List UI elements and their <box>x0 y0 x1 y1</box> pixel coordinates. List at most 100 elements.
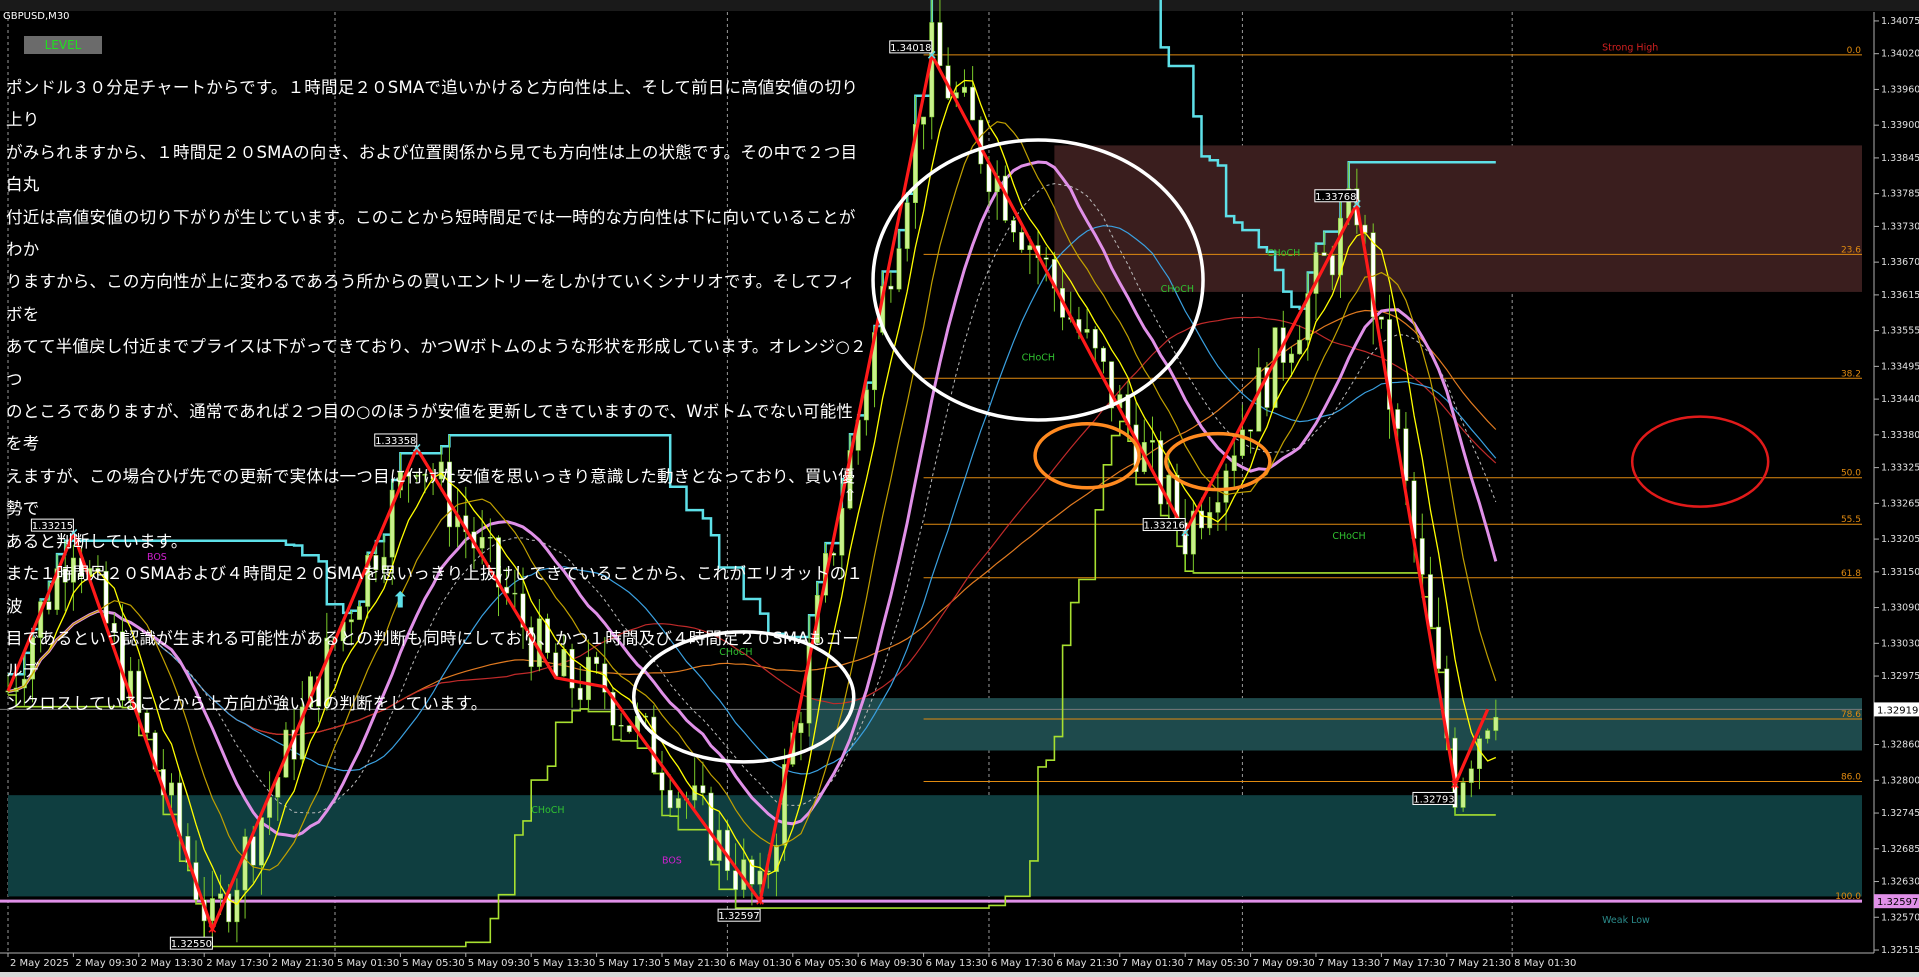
y-tick-label: 1.33440 <box>1881 394 1919 405</box>
structure-annotation: CHoCH <box>1267 248 1300 259</box>
analysis-comment: ポンドル３０分足チャートからです。１時間足２０SMAで追いかけると方向性は上、そ… <box>6 72 868 720</box>
candle-body <box>626 725 632 732</box>
candle-body <box>700 785 706 794</box>
candle-body <box>1362 224 1368 233</box>
candle-body <box>1019 232 1025 250</box>
candle-body <box>1215 502 1221 513</box>
comment-line: ンクロスしていることから上方向が強いとの判断をしています。 <box>6 693 488 713</box>
swing-label: 1.34018 <box>890 43 931 54</box>
swing-label: 1.33768 <box>1315 192 1356 203</box>
x-tick-label: 6 May 05:30 <box>795 958 857 969</box>
y-tick-label: 1.33205 <box>1881 534 1919 545</box>
zone-demand-upper <box>809 698 1862 751</box>
candle-body <box>1027 245 1033 250</box>
candle-body <box>937 22 943 66</box>
y-tick-label: 1.33030 <box>1881 638 1919 649</box>
x-tick-label: 5 May 05:30 <box>402 958 464 969</box>
y-tick-label: 1.34075 <box>1881 16 1919 27</box>
y-tick-label: 1.33090 <box>1881 603 1919 614</box>
fibo-level-label: 86.0 <box>1841 772 1861 782</box>
swing-label: 1.32550 <box>171 939 212 950</box>
swing-label: 1.32793 <box>1413 794 1454 805</box>
candle-body <box>234 889 240 923</box>
fibo-level-label: 61.8 <box>1841 569 1861 579</box>
y-tick-label: 1.33900 <box>1881 120 1919 131</box>
fibo-level-label: 78.6 <box>1841 710 1861 720</box>
candle-body <box>733 870 739 890</box>
comment-line: あてて半値戻し付近までプライスは下がってきており、かつWボトムのような形状を形成… <box>6 337 867 389</box>
x-tick-label: 5 May 01:30 <box>337 958 399 969</box>
candle-body <box>1043 257 1049 260</box>
candle-body <box>970 86 976 121</box>
y-tick-label: 1.33265 <box>1881 498 1919 509</box>
candle-body <box>724 829 730 871</box>
candle-body <box>1100 347 1106 362</box>
candle-body <box>1378 316 1384 320</box>
x-tick-label: 2 May 09:30 <box>75 958 137 969</box>
candle-body <box>1297 339 1303 355</box>
candle-body <box>1272 327 1278 408</box>
candle-body <box>209 898 215 922</box>
x-tick-label: 7 May 01:30 <box>1122 958 1184 969</box>
structure-annotation: CHoCH <box>531 805 564 816</box>
level-button[interactable]: LEVEL <box>24 36 102 54</box>
y-tick-label: 1.32570 <box>1881 912 1919 923</box>
candle-body <box>1150 440 1155 443</box>
candle-body <box>1207 512 1213 529</box>
comment-line: ポンドル３０分足チャートからです。１時間足２０SMAで追いかけると方向性は上、そ… <box>6 78 859 130</box>
x-tick-label: 5 May 09:30 <box>468 958 530 969</box>
support-price-label: 1.32597 <box>1877 897 1918 908</box>
candle-body <box>904 202 910 249</box>
candle-body <box>618 725 624 727</box>
candle-body <box>1493 716 1499 731</box>
candle-body <box>1011 220 1016 233</box>
candle-body <box>675 798 681 809</box>
swing-label: 1.33216 <box>1144 521 1185 532</box>
x-tick-label: 2 May 21:30 <box>272 958 334 969</box>
x-tick-label: 8 May 01:30 <box>1514 958 1576 969</box>
candle-body <box>1329 255 1335 276</box>
candle-body <box>1436 626 1442 670</box>
candle-body <box>1427 574 1433 628</box>
candle-body <box>1485 730 1491 739</box>
y-tick-label: 1.32800 <box>1881 775 1919 786</box>
y-tick-label: 1.33670 <box>1881 257 1919 268</box>
swing-marker: × <box>1449 777 1460 792</box>
y-tick-label: 1.32685 <box>1881 844 1919 855</box>
window-title: GBPUSD,M30 <box>3 11 70 22</box>
structure-annotation: CHoCH <box>1022 352 1055 363</box>
comment-line: また１時間足２０SMAおよび４時間足２０SMAを思いっきり上抜けしてきていること… <box>6 564 864 616</box>
candle-body <box>1223 470 1229 503</box>
candle-body <box>667 789 673 809</box>
y-tick-label: 1.32975 <box>1881 671 1919 682</box>
x-tick-label: 6 May 17:30 <box>991 958 1053 969</box>
x-tick-label: 2 May 13:30 <box>141 958 203 969</box>
swing-label: 1.32597 <box>718 911 759 922</box>
x-tick-label: 7 May 17:30 <box>1383 958 1445 969</box>
candle-body <box>659 772 665 791</box>
tab-strip <box>0 972 1919 977</box>
candle-body <box>1256 367 1262 432</box>
candle-body <box>1395 409 1401 429</box>
x-tick-label: 2 May 2025 <box>10 958 69 969</box>
structure-annotation: CHoCH <box>1161 284 1194 295</box>
y-tick-label: 1.32630 <box>1881 877 1919 888</box>
candle-body <box>896 248 902 290</box>
comment-line: りますから、この方向性が上に変わるであろう所からの買いエントリーをしかけていくシ… <box>6 272 856 324</box>
fibo-level-label: 23.6 <box>1841 245 1861 255</box>
x-tick-label: 6 May 01:30 <box>729 958 791 969</box>
y-tick-label: 1.33730 <box>1881 221 1919 232</box>
structure-annotation: CHoCH <box>1332 531 1365 542</box>
candle-body <box>1084 329 1090 333</box>
y-tick-label: 1.32860 <box>1881 740 1919 751</box>
y-tick-label: 1.33495 <box>1881 361 1919 372</box>
y-tick-label: 1.33325 <box>1881 463 1919 474</box>
swing-marker: × <box>755 894 766 909</box>
x-tick-label: 6 May 13:30 <box>926 958 988 969</box>
y-tick-label: 1.33380 <box>1881 430 1919 441</box>
candle-body <box>1248 429 1254 432</box>
candle-body <box>1109 361 1115 409</box>
candle-body <box>757 870 763 885</box>
fibo-level-label: 0.0 <box>1847 46 1862 56</box>
candle-body <box>651 716 657 773</box>
